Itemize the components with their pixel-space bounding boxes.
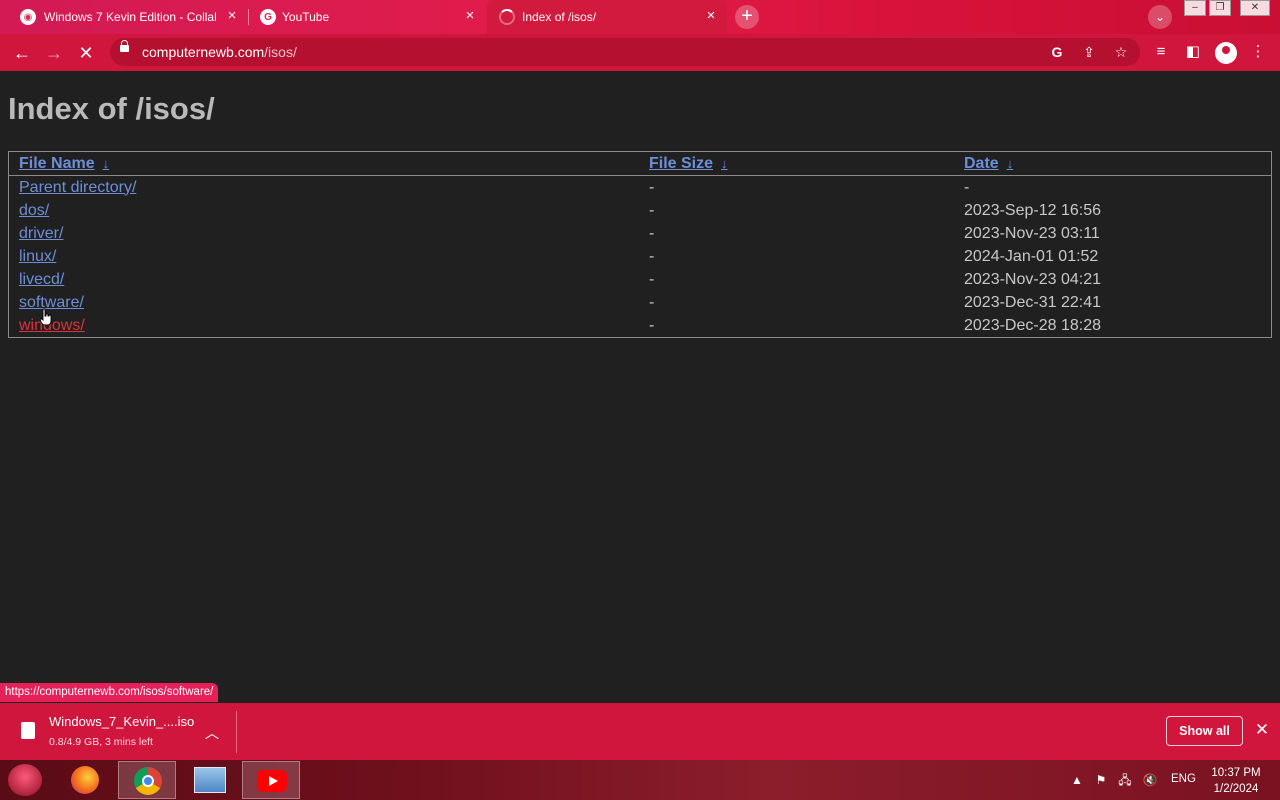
tab-index-isos[interactable]: Index of /isos/ × — [487, 0, 727, 34]
file-date: 2023-Sep-12 16:56 — [964, 201, 1101, 219]
taskbar-chrome[interactable] — [118, 761, 176, 799]
close-window-button[interactable]: ✕ — [1240, 0, 1270, 16]
file-size: - — [649, 270, 655, 288]
table-row: dos/ - 2023-Sep-12 16:56 — [9, 199, 1271, 222]
firefox-icon — [71, 766, 99, 794]
clock-time: 10:37 PM — [1211, 767, 1261, 779]
menu-kebab-icon[interactable]: ⋮ — [1248, 42, 1268, 62]
new-tab-button[interactable]: + — [735, 5, 759, 29]
table-header-row: File Name ↓ File Size ↓ Date ↓ — [9, 152, 1271, 176]
address-bar[interactable]: computernewb.com/isos/ G ⇪ ☆ — [110, 38, 1140, 66]
youtube-icon — [257, 770, 287, 792]
back-arrow-icon[interactable]: ← — [11, 42, 33, 64]
file-date: 2023-Dec-28 18:28 — [964, 316, 1101, 334]
folder-link-driver[interactable]: driver/ — [19, 225, 63, 242]
volume-muted-icon[interactable]: 🔇 — [1142, 772, 1158, 788]
collab-favicon-icon: ◉ — [20, 9, 36, 25]
taskbar-control-panel[interactable] — [180, 761, 238, 799]
bookmark-star-icon[interactable]: ☆ — [1112, 43, 1130, 61]
file-size: - — [649, 178, 655, 196]
url-text[interactable]: computernewb.com/isos/ — [142, 44, 297, 60]
folder-link-dos[interactable]: dos/ — [19, 202, 49, 219]
parent-directory-link[interactable]: Parent directory/ — [19, 179, 136, 196]
file-size: - — [649, 201, 655, 219]
download-shelf: Windows_7_Kevin_....iso 0.8/4.9 GB, 3 mi… — [0, 703, 1280, 760]
browser-toolbar: ← → ✕ computernewb.com/isos/ G ⇪ ☆ ≡ ◧ ⋮ — [0, 34, 1280, 71]
minimize-button[interactable]: – — [1184, 0, 1206, 16]
share-icon[interactable]: ⇪ — [1080, 43, 1098, 61]
table-row: software/ - 2023-Dec-31 22:41 — [9, 291, 1271, 314]
system-clock[interactable]: 10:37 PM 1/2/2024 — [1205, 765, 1267, 797]
sort-by-size-link[interactable]: File Size — [649, 155, 713, 172]
file-size: - — [649, 247, 655, 265]
loading-spinner-icon — [499, 9, 515, 25]
download-file-name[interactable]: Windows_7_Kevin_....iso — [49, 714, 194, 729]
sort-arrow-icon[interactable]: ↓ — [721, 156, 728, 171]
google-lens-icon[interactable]: G — [1048, 43, 1066, 61]
media-playlist-icon[interactable]: ≡ — [1151, 42, 1171, 62]
page-content: Index of /isos/ File Name ↓ File Size ↓ Da… — [0, 71, 1280, 703]
close-tab-icon[interactable]: × — [462, 8, 478, 24]
table-row: livecd/ - 2023-Nov-23 04:21 — [9, 268, 1271, 291]
tab-title: Index of /isos/ — [522, 10, 597, 24]
file-size: - — [649, 293, 655, 311]
table-row: Parent directory/ - - — [9, 176, 1271, 199]
show-hidden-icons-icon[interactable]: ▲ — [1069, 772, 1085, 788]
tab-strip: ◉ Windows 7 Kevin Edition - Collab × G Y… — [0, 0, 1280, 34]
table-row: driver/ - 2023-Nov-23 03:11 — [9, 222, 1271, 245]
clock-date: 1/2/2024 — [1213, 783, 1259, 795]
hand-cursor-icon — [40, 308, 52, 326]
sort-by-date-link[interactable]: Date — [964, 155, 999, 172]
folder-link-livecd[interactable]: livecd/ — [19, 271, 64, 288]
side-panel-icon[interactable]: ◧ — [1183, 42, 1203, 62]
tab-collab[interactable]: ◉ Windows 7 Kevin Edition - Collab × — [0, 0, 248, 34]
file-size: - — [649, 316, 655, 334]
file-date: 2023-Nov-23 03:11 — [964, 224, 1100, 242]
sort-by-name-link[interactable]: File Name — [19, 155, 95, 172]
sort-arrow-icon[interactable]: ↓ — [103, 156, 110, 171]
header-file-name[interactable]: File Name ↓ — [9, 152, 639, 176]
stop-loading-icon[interactable]: ✕ — [75, 42, 97, 64]
page-title: Index of /isos/ — [8, 91, 215, 126]
start-button[interactable] — [8, 764, 42, 796]
header-file-size[interactable]: File Size ↓ — [639, 152, 954, 176]
profile-avatar-icon[interactable] — [1215, 42, 1237, 64]
forward-arrow-icon[interactable]: → — [43, 42, 65, 64]
restore-button[interactable]: ❐ — [1209, 0, 1231, 16]
link-status-bubble: https://computernewb.com/isos/software/ — [0, 683, 219, 702]
tab-youtube[interactable]: G YouTube × — [240, 0, 486, 34]
chrome-icon — [134, 767, 162, 795]
folder-link-linux[interactable]: linux/ — [19, 248, 56, 265]
table-row: windows/ - 2023-Dec-28 18:28 — [9, 314, 1271, 337]
close-tab-icon[interactable]: × — [224, 8, 240, 24]
close-download-shelf-icon[interactable]: ✕ — [1253, 721, 1271, 739]
tab-search-chevron-icon[interactable]: ⌄ — [1148, 5, 1172, 29]
windows-taskbar: ▲ ⚑ 🖧 🔇 ENG 10:37 PM 1/2/2024 — [0, 760, 1280, 800]
action-center-flag-icon[interactable]: ⚑ — [1093, 772, 1109, 788]
control-panel-icon — [194, 767, 226, 793]
taskbar-youtube[interactable] — [242, 761, 300, 799]
chevron-up-icon[interactable]: ︿ — [205, 723, 219, 743]
header-date[interactable]: Date ↓ — [954, 152, 1271, 176]
file-date: 2023-Nov-23 04:21 — [964, 270, 1101, 288]
file-size: - — [649, 224, 655, 242]
show-all-downloads-button[interactable]: Show all — [1166, 716, 1243, 746]
tab-title: YouTube — [282, 10, 330, 24]
network-icon[interactable]: 🖧 — [1117, 772, 1133, 788]
file-date: 2023-Dec-31 22:41 — [964, 293, 1101, 311]
download-divider — [236, 711, 237, 753]
download-progress-text: 0.8/4.9 GB, 3 mins left — [49, 736, 153, 748]
file-date: 2024-Jan-01 01:52 — [964, 247, 1099, 265]
sort-arrow-icon[interactable]: ↓ — [1007, 156, 1014, 171]
close-tab-icon[interactable]: × — [703, 8, 719, 24]
file-icon — [21, 722, 35, 739]
input-language[interactable]: ENG — [1171, 773, 1196, 785]
tab-title: Windows 7 Kevin Edition - Collab — [44, 10, 216, 24]
google-favicon-icon: G — [260, 9, 276, 25]
table-row: linux/ - 2024-Jan-01 01:52 — [9, 245, 1271, 268]
file-date: - — [964, 178, 970, 196]
lock-icon[interactable] — [120, 40, 129, 52]
file-listing-table: File Name ↓ File Size ↓ Date ↓ Parent direc… — [8, 151, 1272, 338]
taskbar-firefox[interactable] — [56, 761, 114, 799]
